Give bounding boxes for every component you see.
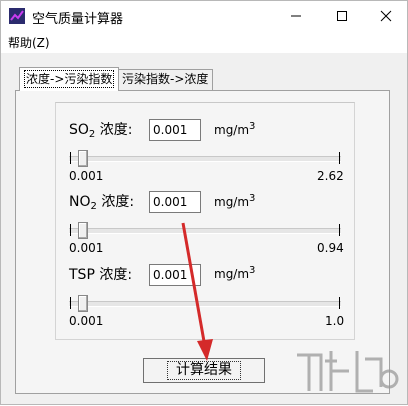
so2-slider[interactable] [69, 149, 341, 167]
minimize-button[interactable] [273, 1, 318, 31]
no2-max-label: 0.94 [317, 241, 344, 255]
menu-help[interactable]: 帮助(Z) [8, 34, 50, 51]
watermark-logo-icon [297, 351, 399, 393]
slider-min-tick [70, 297, 71, 309]
slider-min-tick [70, 152, 71, 164]
app-window: 空气质量计算器 帮助(Z) 浓度->污染指数 污染指数->浓度 SO2 浓度: … [0, 0, 408, 405]
tab-concentration-to-index[interactable]: 浓度->污染指数 [19, 67, 120, 91]
slider-track [69, 301, 341, 307]
tab-index-to-concentration[interactable]: 污染指数->浓度 [117, 69, 214, 90]
no2-min-label: 0.001 [69, 241, 104, 255]
menu-bar: 帮助(Z) [1, 31, 407, 53]
no2-concentration-input[interactable] [149, 191, 201, 213]
no2-slider-thumb[interactable] [78, 222, 88, 239]
tsp-slider-thumb[interactable] [78, 295, 88, 312]
calculate-button[interactable]: 计算结果 [143, 358, 265, 383]
tsp-slider[interactable] [69, 294, 341, 312]
close-button[interactable] [363, 1, 408, 31]
tsp-max-label: 1.0 [325, 314, 345, 328]
tab-label: 污染指数->浓度 [122, 72, 209, 86]
minimize-icon [290, 15, 301, 17]
maximize-button[interactable] [319, 1, 364, 31]
app-chart-icon [9, 8, 25, 24]
no2-slider[interactable] [69, 221, 341, 239]
so2-concentration-input[interactable] [149, 119, 201, 141]
calculate-button-label: 计算结果 [167, 361, 241, 380]
slider-track [69, 228, 341, 234]
so2-slider-thumb[interactable] [78, 150, 88, 167]
so2-max-label: 2.62 [317, 169, 344, 183]
title-bar[interactable]: 空气质量计算器 [1, 1, 407, 31]
tsp-concentration-input[interactable] [149, 264, 201, 286]
no2-unit: mg/m3 [214, 193, 256, 209]
slider-track [69, 156, 341, 162]
slider-min-tick [70, 224, 71, 236]
slider-max-tick [339, 224, 340, 236]
maximize-icon [336, 11, 347, 21]
so2-label: SO2 浓度: [69, 122, 133, 140]
tsp-min-label: 0.001 [69, 314, 104, 328]
so2-unit: mg/m3 [214, 121, 256, 137]
no2-label: NO2 浓度: [69, 194, 135, 212]
close-icon [380, 10, 391, 22]
slider-max-tick [339, 297, 340, 309]
tab-label: 浓度->污染指数 [24, 70, 115, 88]
so2-min-label: 0.001 [69, 169, 104, 183]
slider-max-tick [339, 152, 340, 164]
tsp-label: TSP 浓度: [69, 267, 133, 283]
window-title: 空气质量计算器 [32, 12, 124, 27]
tsp-unit: mg/m3 [214, 265, 256, 281]
